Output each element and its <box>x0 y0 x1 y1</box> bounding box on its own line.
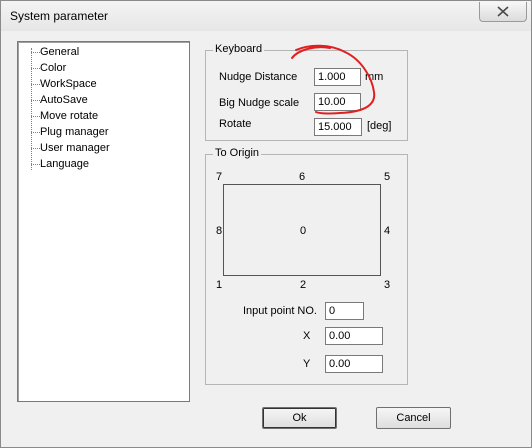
origin-point-4[interactable]: 4 <box>384 225 390 237</box>
title-bar: System parameter <box>1 1 531 31</box>
origin-point-5[interactable]: 5 <box>384 171 390 183</box>
nudge-distance-field[interactable]: 1.000 <box>314 68 361 86</box>
tree-item-label: WorkSpace <box>40 78 97 90</box>
rotate-unit: [deg] <box>367 120 392 132</box>
x-label: X <box>303 330 311 342</box>
tree-branch <box>31 148 40 149</box>
tree-item-label: General <box>40 46 80 58</box>
input-point-field[interactable]: 0 <box>325 302 364 320</box>
rotate-label: Rotate <box>219 118 252 130</box>
tree-branch <box>31 116 40 117</box>
tree-branch <box>31 164 40 165</box>
big-nudge-scale-label: Big Nudge scale <box>219 97 300 109</box>
tree-connector-line <box>31 48 32 170</box>
y-field[interactable]: 0.00 <box>325 355 383 373</box>
tree-item-label: Color <box>40 62 67 74</box>
origin-point-0[interactable]: 0 <box>300 225 306 237</box>
y-label: Y <box>303 358 311 370</box>
input-point-label: Input point NO. <box>243 305 317 317</box>
origin-point-8[interactable]: 8 <box>216 225 222 237</box>
origin-point-3[interactable]: 3 <box>384 279 390 291</box>
tree-branch <box>31 68 40 69</box>
window-title: System parameter <box>10 9 109 23</box>
tree-branch <box>31 52 40 53</box>
tree-item-label: AutoSave <box>40 94 88 106</box>
tree-branch <box>31 132 40 133</box>
close-icon <box>497 6 509 17</box>
nudge-distance-label: Nudge Distance <box>219 71 298 83</box>
origin-point-6[interactable]: 6 <box>299 171 305 183</box>
tree-item-label: Language <box>40 158 89 170</box>
close-button[interactable] <box>479 2 527 22</box>
x-field[interactable]: 0.00 <box>325 327 383 345</box>
origin-point-7[interactable]: 7 <box>216 171 222 183</box>
origin-point-2[interactable]: 2 <box>300 279 306 291</box>
ok-button[interactable]: Ok <box>262 407 337 429</box>
big-nudge-scale-field[interactable]: 10.00 <box>314 93 361 111</box>
rotate-field[interactable]: 15.000 <box>314 118 362 136</box>
keyboard-group-title: Keyboard <box>213 43 265 55</box>
tree-item-label: Move rotate <box>40 110 99 122</box>
settings-tree[interactable]: General Color WorkSpace AutoSave Move ro… <box>17 41 190 402</box>
tree-branch <box>31 100 40 101</box>
cancel-button[interactable]: Cancel <box>376 407 451 429</box>
nudge-distance-unit: mm <box>365 71 384 83</box>
tree-item-label: Plug manager <box>40 126 109 138</box>
to-origin-group-title: To Origin <box>213 147 262 159</box>
tree-item-label: User manager <box>40 142 110 154</box>
origin-point-1[interactable]: 1 <box>216 279 222 291</box>
tree-branch <box>31 84 40 85</box>
